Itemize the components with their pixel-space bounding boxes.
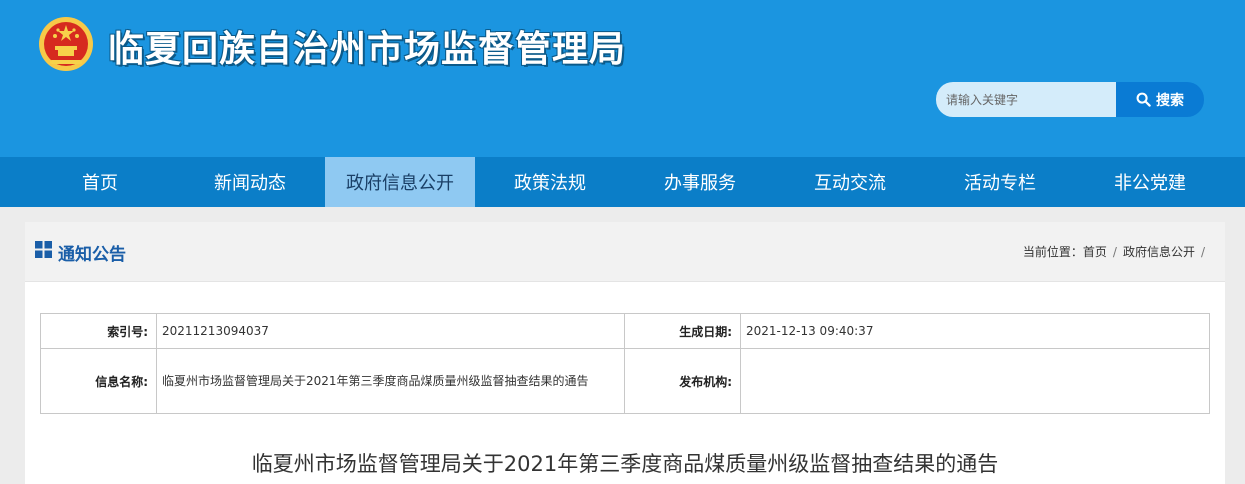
index-value: 20211213094037 [156,313,625,349]
search-bar: 搜索 [936,82,1204,117]
date-value: 2021-12-13 09:40:37 [740,313,1210,349]
nav-item-news[interactable]: 新闻动态 [175,157,325,207]
article-title: 临夏州市场监督管理局关于2021年第三季度商品煤质量州级监督抽查结果的通告 [251,452,999,476]
search-icon [1136,92,1151,107]
org-value [740,348,1210,414]
grid-icon [35,241,52,258]
index-label: 索引号: [40,313,157,349]
nav-item-services[interactable]: 办事服务 [625,157,775,207]
nav-item-interaction[interactable]: 互动交流 [775,157,925,207]
search-button-label: 搜索 [1156,92,1184,109]
info-table: 索引号: 20211213094037 生成日期: 2021-12-13 09:… [40,313,1210,414]
date-label: 生成日期: [624,313,741,349]
breadcrumb-gov-info[interactable]: 政府信息公开 [1123,245,1195,259]
name-value: 临夏州市场监督管理局关于2021年第三季度商品煤质量州级监督抽查结果的通告 [156,348,625,414]
site-header: 临夏回族自治州市场监督管理局 搜索 [0,0,1245,157]
breadcrumb: 当前位置：首页 / 政府信息公开 / [1023,243,1211,260]
nav-item-gov-info[interactable]: 政府信息公开 [325,157,475,207]
name-label: 信息名称: [40,348,157,414]
site-title: 临夏回族自治州市场监督管理局 [108,29,627,70]
table-row: 索引号: 20211213094037 生成日期: 2021-12-13 09:… [40,313,1210,349]
national-emblem-icon [39,17,93,71]
main-nav: 首页 新闻动态 政府信息公开 政策法规 办事服务 互动交流 活动专栏 非公党建 [0,157,1245,207]
breadcrumb-home[interactable]: 首页 [1083,245,1107,259]
content-panel: 通知公告 当前位置：首页 / 政府信息公开 / 索引号: 20211213094037… [25,222,1225,484]
search-input[interactable] [936,82,1118,117]
panel-header: 通知公告 当前位置：首页 / 政府信息公开 / [25,222,1225,282]
nav-item-party[interactable]: 非公党建 [1075,157,1225,207]
search-button[interactable]: 搜索 [1116,82,1204,117]
org-label: 发布机构: [624,348,741,414]
nav-item-activities[interactable]: 活动专栏 [925,157,1075,207]
panel-title: 通知公告 [58,245,126,265]
breadcrumb-separator: / [1112,245,1117,259]
breadcrumb-separator: / [1200,245,1205,259]
breadcrumb-prefix: 当前位置： [1022,245,1083,259]
nav-item-policy[interactable]: 政策法规 [475,157,625,207]
table-row: 信息名称: 临夏州市场监督管理局关于2021年第三季度商品煤质量州级监督抽查结果… [40,348,1210,414]
nav-item-home[interactable]: 首页 [25,157,175,207]
